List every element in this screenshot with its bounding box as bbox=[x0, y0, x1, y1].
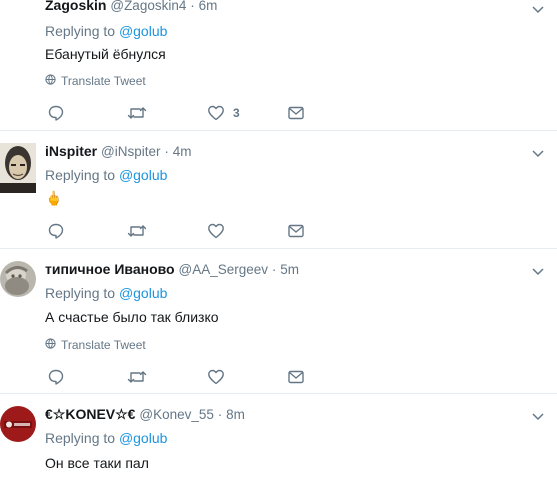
like-button[interactable] bbox=[207, 222, 225, 240]
retweet-icon bbox=[127, 104, 147, 122]
tweet-inspiter: iNspiter @iNspiter · 4m Replying to @gol… bbox=[0, 131, 557, 248]
tweet-text: Он все таки пал bbox=[45, 455, 149, 471]
replying-to: Replying to @golub bbox=[45, 23, 167, 39]
tweet-time[interactable]: 6m bbox=[199, 0, 218, 13]
translate-tweet-link[interactable]: Translate Tweet bbox=[45, 338, 146, 352]
avatar[interactable] bbox=[0, 143, 36, 193]
retweet-button[interactable] bbox=[127, 368, 147, 386]
message-icon bbox=[287, 368, 305, 386]
avatar[interactable] bbox=[0, 261, 36, 297]
globe-icon bbox=[45, 338, 56, 352]
retweet-icon bbox=[127, 368, 147, 386]
direct-message-button[interactable] bbox=[287, 222, 305, 240]
translate-label: Translate Tweet bbox=[61, 74, 146, 88]
author-name[interactable]: типичное Иваново bbox=[45, 261, 175, 277]
reply-mention-link[interactable]: @golub bbox=[119, 167, 167, 183]
tweet-time[interactable]: 8m bbox=[226, 407, 245, 422]
direct-message-button[interactable] bbox=[287, 104, 305, 122]
retweet-icon bbox=[127, 222, 147, 240]
reply-icon bbox=[47, 104, 65, 122]
tweet-konev: €☆KONEV☆€ @Konev_55 · 8m Replying to @go… bbox=[0, 394, 557, 477]
like-button[interactable] bbox=[207, 368, 225, 386]
replying-label: Replying to bbox=[45, 285, 116, 301]
chevron-down-icon[interactable] bbox=[530, 1, 546, 17]
like-icon bbox=[207, 368, 225, 386]
tweet-header: типичное Иваново @AA_Sergeev · 5m bbox=[45, 261, 299, 277]
retweet-button[interactable] bbox=[127, 222, 147, 240]
author-name[interactable]: iNspiter bbox=[45, 143, 97, 159]
direct-message-button[interactable] bbox=[287, 368, 305, 386]
reply-mention-link[interactable]: @golub bbox=[119, 430, 167, 446]
dot-separator: · bbox=[164, 144, 169, 159]
replying-label: Replying to bbox=[45, 23, 116, 39]
translate-label: Translate Tweet bbox=[61, 338, 146, 352]
replying-to: Replying to @golub bbox=[45, 430, 167, 446]
tweet-text: Ебанутый ёбнулся bbox=[45, 46, 166, 62]
dot-separator: · bbox=[190, 0, 195, 13]
author-name[interactable]: Zagoskin bbox=[45, 0, 106, 13]
reply-button[interactable] bbox=[47, 368, 65, 386]
reply-button[interactable] bbox=[47, 104, 65, 122]
author-handle[interactable]: @AA_Sergeev bbox=[178, 262, 268, 277]
replying-to: Replying to @golub bbox=[45, 285, 167, 301]
tweet-ivanovo: типичное Иваново @AA_Sergeev · 5m Replyi… bbox=[0, 249, 557, 393]
tweet-header: €☆KONEV☆€ @Konev_55 · 8m bbox=[45, 406, 245, 423]
chevron-down-icon[interactable] bbox=[530, 408, 546, 424]
reply-button[interactable] bbox=[47, 222, 65, 240]
replying-to: Replying to @golub bbox=[45, 167, 167, 183]
tweet-text: 🖕 bbox=[45, 190, 63, 206]
dot-separator: · bbox=[271, 262, 277, 277]
tweet-time[interactable]: 4m bbox=[173, 144, 192, 159]
message-icon bbox=[287, 222, 305, 240]
author-name[interactable]: €☆KONEV☆€ bbox=[45, 406, 135, 422]
globe-icon bbox=[45, 74, 56, 88]
author-handle[interactable]: @iNspiter bbox=[101, 144, 160, 159]
tweet-header: Zagoskin @Zagoskin4 · 6m bbox=[45, 0, 217, 13]
replying-label: Replying to bbox=[45, 167, 116, 183]
tweet-header: iNspiter @iNspiter · 4m bbox=[45, 143, 192, 159]
like-count: 3 bbox=[233, 106, 240, 120]
author-handle[interactable]: @Konev_55 bbox=[139, 407, 214, 422]
author-handle[interactable]: @Zagoskin4 bbox=[110, 0, 186, 13]
dot-separator: · bbox=[217, 407, 223, 422]
replying-label: Replying to bbox=[45, 430, 116, 446]
translate-tweet-link[interactable]: Translate Tweet bbox=[45, 74, 146, 88]
tweet-text: А счастье было так близко bbox=[45, 309, 219, 325]
reply-icon bbox=[47, 222, 65, 240]
like-button[interactable]: 3 bbox=[207, 104, 240, 122]
tweet-time[interactable]: 5m bbox=[280, 262, 299, 277]
like-icon bbox=[207, 222, 225, 240]
reply-mention-link[interactable]: @golub bbox=[119, 285, 167, 301]
reply-icon bbox=[47, 368, 65, 386]
message-icon bbox=[287, 104, 305, 122]
chevron-down-icon[interactable] bbox=[530, 263, 546, 279]
chevron-down-icon[interactable] bbox=[530, 145, 546, 161]
like-icon bbox=[207, 104, 225, 122]
tweet-zagoskin: Zagoskin @Zagoskin4 · 6m Replying to @go… bbox=[0, 0, 557, 130]
retweet-button[interactable] bbox=[127, 104, 147, 122]
reply-mention-link[interactable]: @golub bbox=[119, 23, 167, 39]
avatar[interactable] bbox=[0, 406, 36, 442]
